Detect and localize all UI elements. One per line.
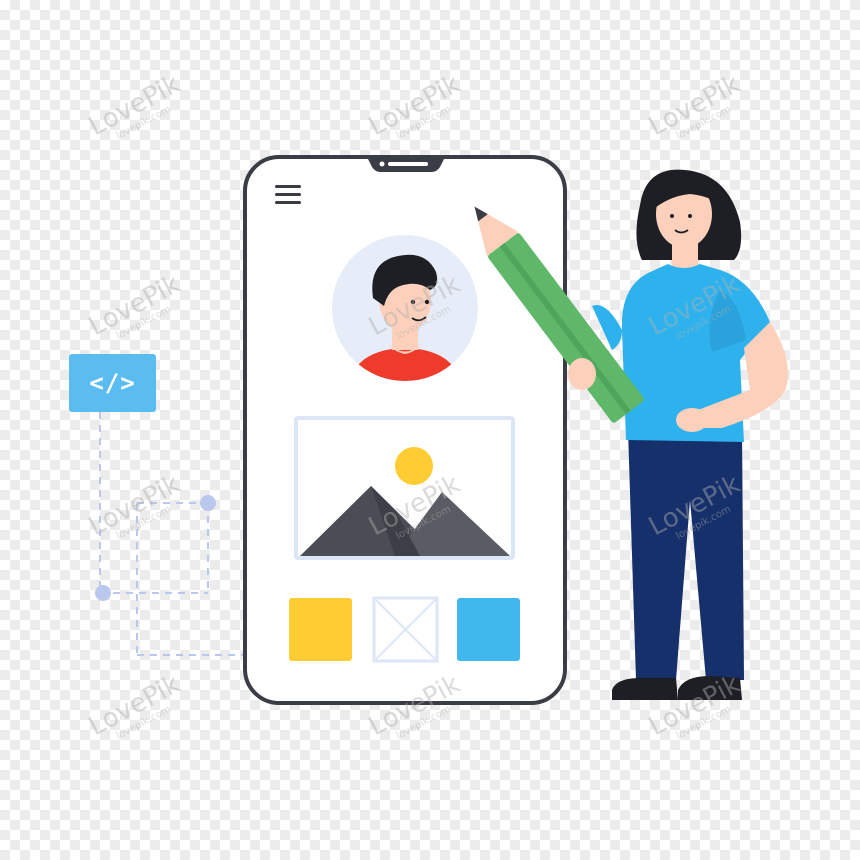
sun-icon (395, 447, 433, 485)
empty-image-swatch (372, 596, 439, 663)
character-shoe-right (678, 676, 742, 700)
image-placeholder (294, 416, 515, 560)
code-tag-badge: </> (69, 354, 156, 412)
illustration-scene: </> LovePik lovepik.com LovePik lovepik.co… (0, 0, 860, 860)
illustration-canvas (95, 155, 788, 705)
dashed-wireframe (99, 412, 245, 656)
blue-swatch (457, 598, 520, 661)
code-tag-label: </> (89, 369, 136, 397)
hamburger-menu-icon[interactable] (275, 185, 301, 204)
character-shoe-left (612, 678, 678, 700)
character-hand-right (676, 408, 708, 432)
character-pants (628, 430, 744, 680)
yellow-swatch (289, 598, 352, 661)
phone-speaker (388, 162, 428, 166)
wireframe-node-left (95, 585, 111, 601)
phone-camera (379, 161, 385, 167)
wireframe-node-top (200, 495, 216, 511)
character-hand-left (568, 358, 596, 390)
